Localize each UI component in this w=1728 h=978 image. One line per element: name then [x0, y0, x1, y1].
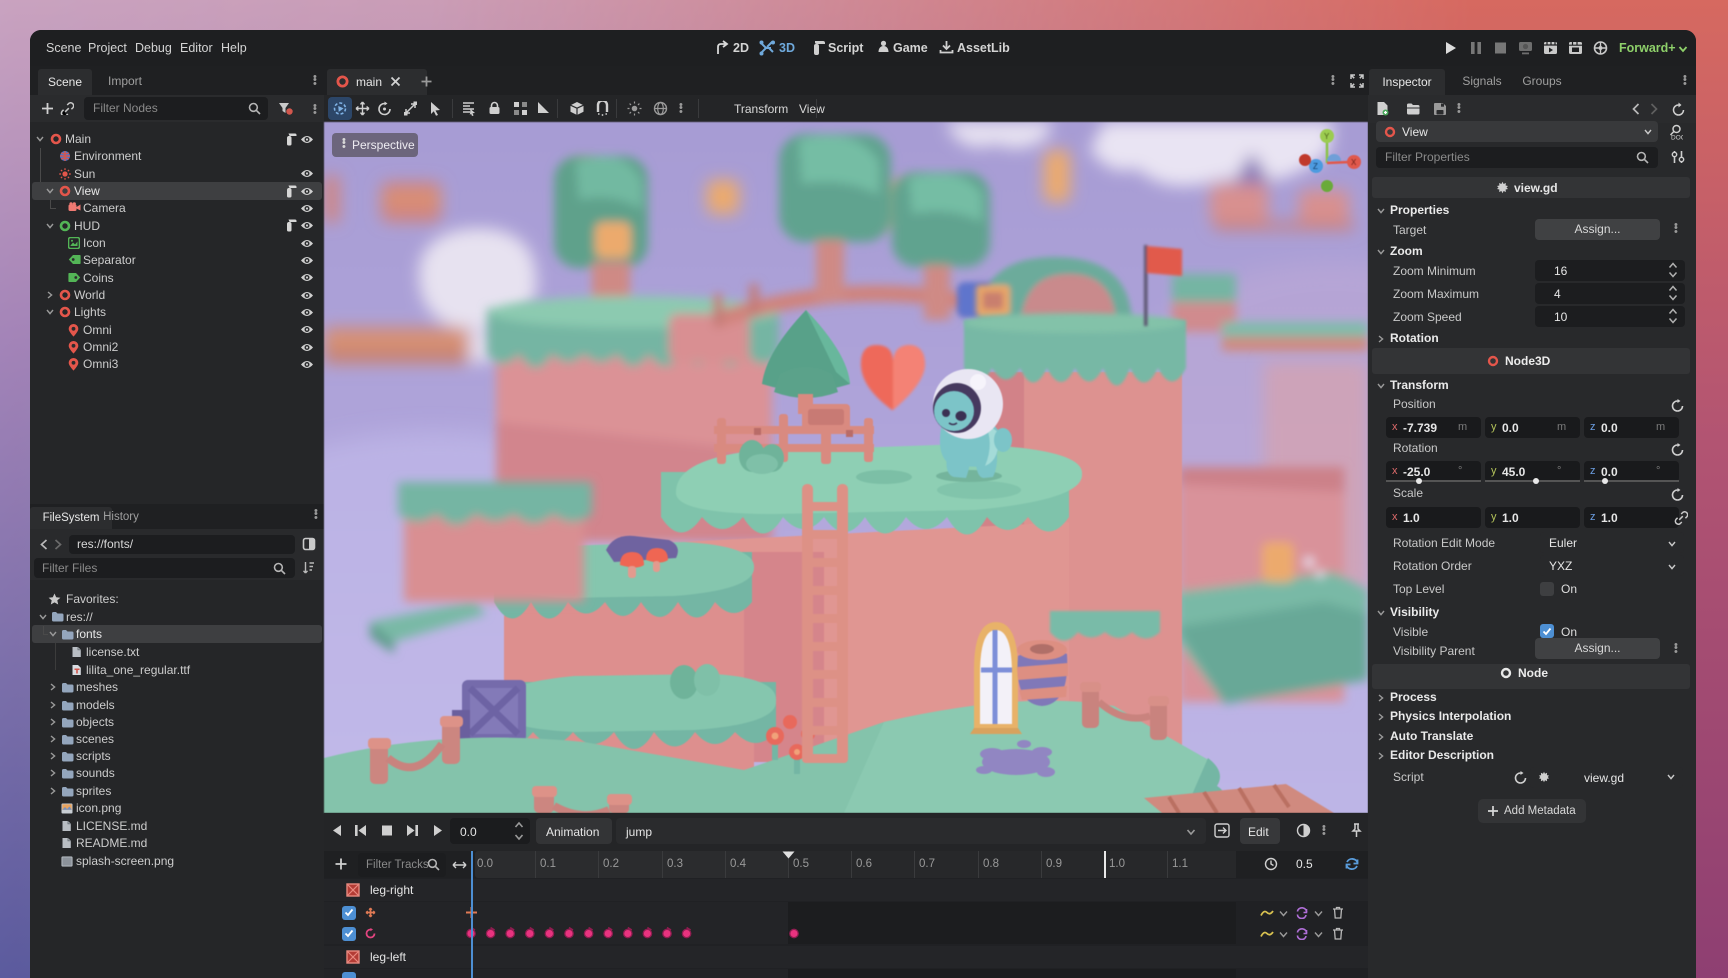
svg-text:Y: Y: [1324, 132, 1330, 141]
svg-text:X: X: [1351, 158, 1357, 167]
svg-text:DOC: DOC: [1671, 135, 1683, 141]
svg-text:Z: Z: [1313, 162, 1318, 171]
